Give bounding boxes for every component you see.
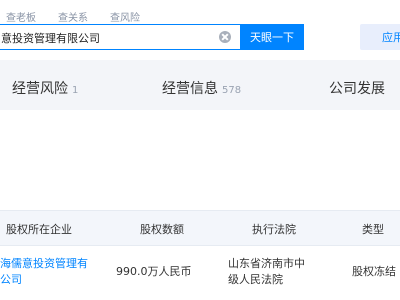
tab-label: 经营信息 <box>162 81 218 97</box>
court-name: 山东省济南市中 级人民法院 <box>228 256 305 288</box>
column-header-court: 执行法院 <box>252 223 296 236</box>
table-row: 海儒意投资管理有 公司 990.0万人民币 山东省济南市中 级人民法院 股权冻结 <box>0 246 400 300</box>
search-input-value: 意投资管理有限公司 <box>1 32 100 45</box>
tab-business-risk[interactable]: 经营风险 1 <box>12 78 78 98</box>
top-bar: 查老板 查关系 查风险 意投资管理有限公司 天眼一下 应用 <box>0 0 400 60</box>
column-header-amount: 股权数额 <box>140 223 184 236</box>
column-header-company: 股权所在企业 <box>6 223 72 236</box>
table-header: 股权所在企业 股权数额 执行法院 类型 <box>0 210 400 246</box>
tab-count: 1 <box>72 85 79 96</box>
app-button[interactable]: 应用 <box>360 24 400 50</box>
tab-count: 578 <box>222 85 242 96</box>
subtab-relation[interactable]: 查关系 <box>58 9 88 24</box>
subtab-boss[interactable]: 查老板 <box>6 9 36 24</box>
tab-business-info[interactable]: 经营信息 578 <box>162 78 241 98</box>
search-button[interactable]: 天眼一下 <box>240 24 304 50</box>
tab-company-development[interactable]: 公司发展 <box>329 78 389 98</box>
tab-label: 公司发展 <box>329 81 385 97</box>
company-link[interactable]: 海儒意投资管理有 公司 <box>0 256 88 288</box>
subtab-risk[interactable]: 查风险 <box>110 9 140 24</box>
clear-icon[interactable] <box>219 31 231 43</box>
search-input[interactable]: 意投资管理有限公司 <box>0 24 240 50</box>
company-link-line: 海儒意投资管理有 <box>0 257 88 270</box>
tab-label: 经营风险 <box>12 81 68 97</box>
court-name-line: 山东省济南市中 <box>228 257 305 270</box>
company-link-line: 公司 <box>0 273 22 286</box>
equity-amount: 990.0万人民币 <box>116 265 192 278</box>
main-tabs: 经营风险 1 经营信息 578 公司发展 <box>0 60 400 110</box>
column-header-type: 类型 <box>362 223 384 236</box>
court-name-line: 级人民法院 <box>228 273 283 286</box>
equity-type: 股权冻结 <box>352 265 396 278</box>
